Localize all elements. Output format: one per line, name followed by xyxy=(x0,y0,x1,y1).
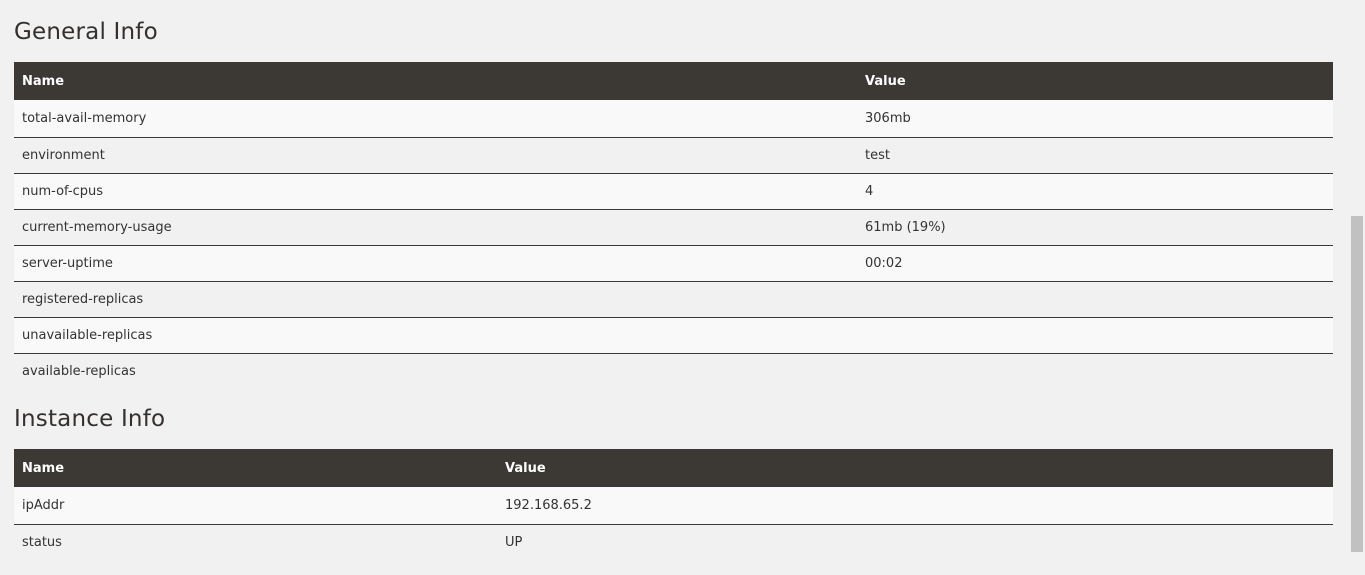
content: General Info Name Value total-avail-memo… xyxy=(14,0,1333,560)
row-name: current-memory-usage xyxy=(22,219,172,235)
row-value xyxy=(857,281,1333,317)
row-name: total-avail-memory xyxy=(22,110,147,126)
row-name: status xyxy=(22,534,62,550)
general-info-table: Name Value total-avail-memory 306mb envi… xyxy=(14,62,1333,389)
table-row: status UP xyxy=(14,524,1333,560)
row-name: num-of-cpus xyxy=(22,183,103,199)
table-row: current-memory-usage 61mb (19%) xyxy=(14,209,1333,245)
instance-info-header-row: Name Value xyxy=(14,449,1333,487)
row-name: ipAddr xyxy=(22,497,65,513)
row-name: unavailable-replicas xyxy=(22,327,153,343)
instance-info-title: Instance Info xyxy=(14,406,166,432)
scrollbar-thumb[interactable] xyxy=(1351,216,1363,552)
page: General Info Name Value total-avail-memo… xyxy=(0,0,1365,575)
row-value: 306mb xyxy=(865,110,911,126)
table-row: server-uptime 00:02 xyxy=(14,245,1333,281)
row-name: server-uptime xyxy=(22,255,113,271)
instance-info-header-value: Value xyxy=(505,460,546,476)
table-row: registered-replicas xyxy=(14,281,1333,317)
row-value: UP xyxy=(505,534,523,550)
table-row: total-avail-memory 306mb xyxy=(14,100,1333,137)
row-value: 4 xyxy=(865,183,874,199)
table-row: environment test xyxy=(14,137,1333,173)
row-value: test xyxy=(865,147,890,163)
general-info-header-value: Value xyxy=(865,73,906,89)
row-value: 61mb (19%) xyxy=(865,219,946,235)
general-info-header-row: Name Value xyxy=(14,62,1333,100)
row-value xyxy=(857,353,1333,389)
table-row: num-of-cpus 4 xyxy=(14,173,1333,209)
row-value: 192.168.65.2 xyxy=(505,497,592,513)
row-name: registered-replicas xyxy=(22,291,144,307)
row-value xyxy=(857,317,1333,353)
general-info-header-name: Name xyxy=(22,73,65,89)
general-info-title: General Info xyxy=(14,19,158,45)
table-row: available-replicas xyxy=(14,353,1333,389)
instance-info-header-name: Name xyxy=(22,460,65,476)
table-row: ipAddr 192.168.65.2 xyxy=(14,487,1333,524)
table-row: unavailable-replicas xyxy=(14,317,1333,353)
row-name: environment xyxy=(22,147,105,163)
instance-info-table: Name Value ipAddr 192.168.65.2 status UP xyxy=(14,449,1333,560)
row-value: 00:02 xyxy=(865,255,903,271)
row-name: available-replicas xyxy=(22,363,136,379)
